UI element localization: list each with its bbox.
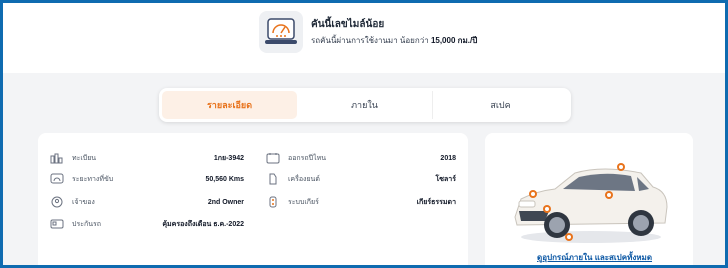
- car-card: ดูอุปกรณ์ภายใน และสเปคทั้งหมด: [485, 133, 693, 265]
- detail-row-insurance: ประกันรถ คุ้มครองถึงเดือน ธ.ค.-2022: [50, 217, 244, 231]
- gear-shift-icon: [269, 196, 277, 208]
- detail-row-year: ออกรถปีไหน 2018: [266, 151, 456, 165]
- calendar-icon: [266, 153, 280, 164]
- detail-row-transmission: ระบบเกียร์ เกียร์ธรรมดา: [266, 195, 456, 209]
- detail-label: เจ้าของ: [72, 198, 95, 206]
- detail-row-owner: เจ้าของ 2nd Owner: [50, 195, 244, 209]
- tab-details[interactable]: รายละเอียด: [162, 91, 297, 119]
- details-card: ทะเบียน 1กย-3942 ระยะทางที่ขับ 50,560 Km…: [38, 133, 468, 265]
- registration-icon: [50, 153, 63, 164]
- detail-label: ระบบเกียร์: [288, 198, 319, 206]
- car-illustration: [514, 163, 668, 243]
- insurance-icon: [50, 219, 64, 229]
- detail-label: เครื่องยนต์: [288, 175, 320, 183]
- highlight-banner: คันนี้เลขไมล์น้อย รถคันนี้ผ่านการใช้งานม…: [3, 3, 725, 73]
- tab-spec[interactable]: สเปค: [433, 91, 568, 119]
- banner-subtitle-value: 15,000 กม./ปี: [430, 36, 478, 45]
- detail-value: 50,560 Kms: [205, 175, 244, 183]
- odometer-icon: [259, 11, 303, 53]
- detail-value: 1กย-3942: [213, 154, 244, 162]
- fuel-icon: [269, 173, 277, 185]
- tab-interior[interactable]: ภายใน: [297, 91, 433, 119]
- detail-row-registration: ทะเบียน 1กย-3942: [50, 151, 244, 165]
- banner-subtitle: รถคันนี้ผ่านการใช้งานมา น้อยกว่า 15,000 …: [311, 34, 477, 47]
- detail-label: ทะเบียน: [72, 154, 97, 162]
- detail-value: คุ้มครองถึงเดือน ธ.ค.-2022: [162, 220, 244, 228]
- detail-label: ออกรถปีไหน: [288, 154, 327, 162]
- detail-value: 2018: [440, 154, 456, 162]
- odometer-icon: [50, 173, 64, 184]
- page-frame: คันนี้เลขไมล์น้อย รถคันนี้ผ่านการใช้งานม…: [3, 3, 725, 265]
- detail-label: ประกันรถ: [72, 220, 101, 228]
- detail-value: เกียร์ธรรมดา: [416, 198, 456, 206]
- detail-value: 2nd Owner: [207, 198, 244, 206]
- banner-subtitle-text: รถคันนี้ผ่านการใช้งานมา น้อยกว่า: [311, 36, 429, 45]
- view-interior-spec-link[interactable]: ดูอุปกรณ์ภายใน และสเปคทั้งหมด: [537, 251, 652, 264]
- detail-value: โซลาร์: [435, 175, 457, 183]
- detail-label: ระยะทางที่ขับ: [72, 175, 114, 183]
- detail-row-engine: เครื่องยนต์ โซลาร์: [266, 172, 456, 186]
- detail-tabs: รายละเอียด ภายใน สเปค: [159, 88, 571, 122]
- owner-icon: [51, 196, 63, 208]
- detail-row-mileage: ระยะทางที่ขับ 50,560 Kms: [50, 172, 244, 186]
- banner-title: คันนี้เลขไมล์น้อย: [311, 19, 385, 30]
